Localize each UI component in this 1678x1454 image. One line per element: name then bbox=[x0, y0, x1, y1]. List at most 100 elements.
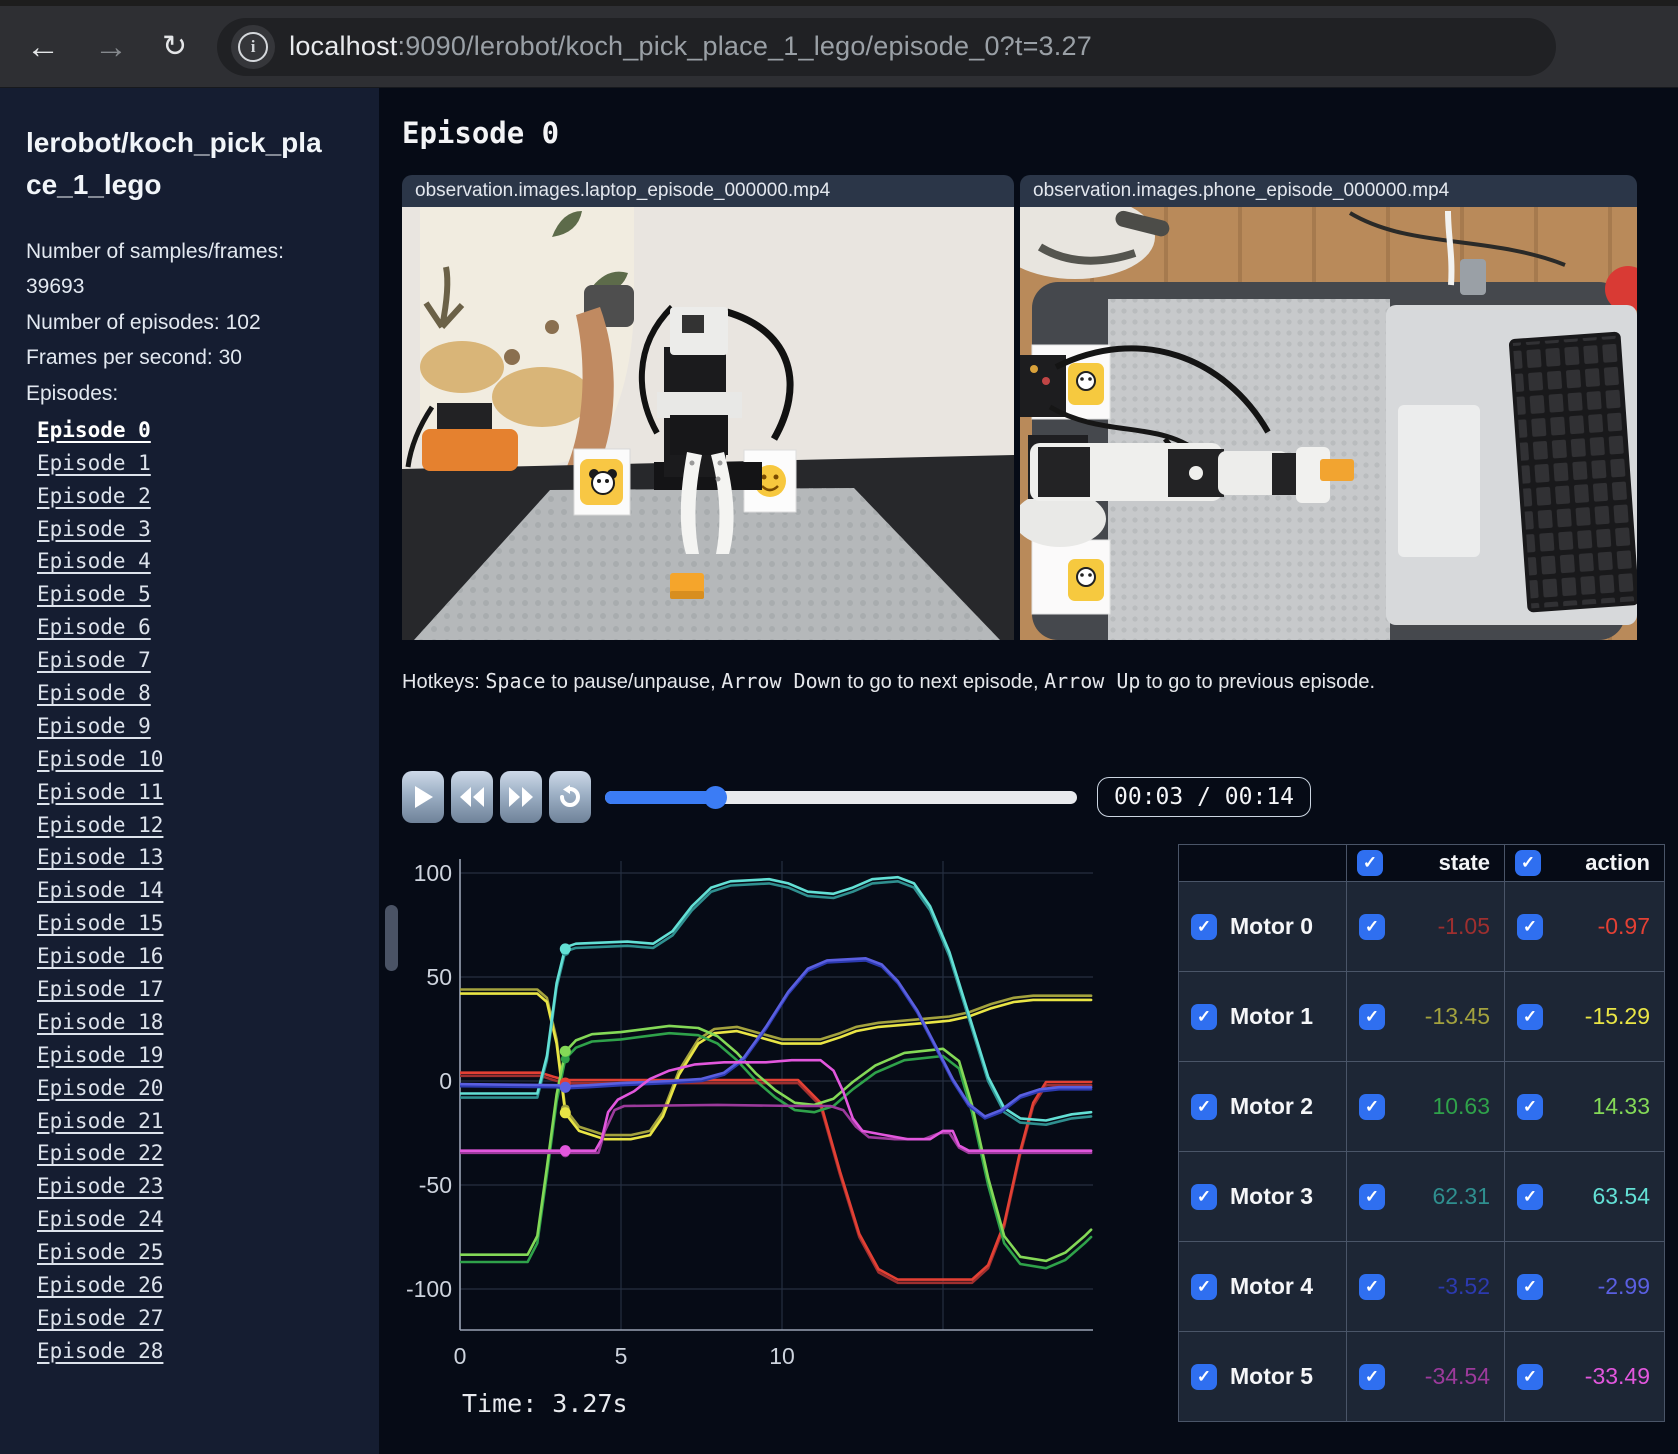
episode-link[interactable]: Episode 22 bbox=[37, 1141, 163, 1165]
episode-link[interactable]: Episode 16 bbox=[37, 944, 163, 968]
episode-link[interactable]: Episode 25 bbox=[37, 1240, 163, 1264]
episode-link[interactable]: Episode 11 bbox=[37, 780, 163, 804]
episode-link[interactable]: Episode 1 bbox=[37, 451, 151, 475]
episode-link[interactable]: Episode 26 bbox=[37, 1273, 163, 1297]
browser-toolbar: ← → ↻ i localhost:9090/lerobot/koch_pick… bbox=[0, 0, 1678, 88]
episode-link[interactable]: Episode 4 bbox=[37, 549, 151, 573]
episode-list-item: Episode 20 bbox=[37, 1071, 379, 1104]
svg-text:-50: -50 bbox=[419, 1172, 452, 1198]
episode-link[interactable]: Episode 24 bbox=[37, 1207, 163, 1231]
episode-link[interactable]: Episode 23 bbox=[37, 1174, 163, 1198]
forward-icon[interactable]: → bbox=[94, 30, 128, 64]
player-controls: 00:03 / 00:14 bbox=[402, 771, 1678, 823]
state-checkbox[interactable]: ✓ bbox=[1359, 1003, 1385, 1030]
motor-label: Motor 3 bbox=[1230, 1183, 1314, 1209]
reload-icon[interactable]: ↻ bbox=[162, 31, 187, 62]
episode-link[interactable]: Episode 17 bbox=[37, 977, 163, 1001]
motor-checkbox[interactable]: ✓ bbox=[1191, 1003, 1217, 1030]
motor-label: Motor 4 bbox=[1230, 1273, 1314, 1299]
loop-button[interactable] bbox=[549, 771, 591, 823]
svg-text:100: 100 bbox=[414, 860, 452, 886]
episode-link[interactable]: Episode 18 bbox=[37, 1010, 163, 1034]
video-laptop[interactable]: observation.images.laptop_episode_000000… bbox=[402, 175, 1014, 640]
scrollbar-thumb[interactable] bbox=[385, 905, 398, 971]
episode-link[interactable]: Episode 2 bbox=[37, 484, 151, 508]
table-row: ✓ Motor 3 ✓ 62.31 ✓ 63.54 bbox=[1178, 1151, 1665, 1242]
motor-label: Motor 2 bbox=[1230, 1093, 1314, 1119]
action-column-label: action bbox=[1585, 850, 1650, 875]
motor-checkbox[interactable]: ✓ bbox=[1191, 913, 1217, 940]
episode-link[interactable]: Episode 20 bbox=[37, 1076, 163, 1100]
episode-list-item: Episode 6 bbox=[37, 611, 379, 644]
episode-link[interactable]: Episode 12 bbox=[37, 813, 163, 837]
seek-slider[interactable] bbox=[605, 771, 1077, 823]
episode-link[interactable]: Episode 27 bbox=[37, 1306, 163, 1330]
episode-list-item: Episode 9 bbox=[37, 709, 379, 742]
episode-link[interactable]: Episode 6 bbox=[37, 615, 151, 639]
motor-checkbox[interactable]: ✓ bbox=[1191, 1093, 1217, 1120]
action-value: -2.99 bbox=[1597, 1273, 1650, 1299]
motor-checkbox[interactable]: ✓ bbox=[1191, 1273, 1217, 1300]
action-checkbox[interactable]: ✓ bbox=[1517, 913, 1543, 940]
url-text: localhost:9090/lerobot/koch_pick_place_1… bbox=[289, 31, 1092, 61]
motor-label: Motor 0 bbox=[1230, 913, 1314, 939]
episode-list-item: Episode 24 bbox=[37, 1203, 379, 1236]
action-checkbox[interactable]: ✓ bbox=[1517, 1183, 1543, 1210]
state-checkbox[interactable]: ✓ bbox=[1359, 1183, 1385, 1210]
episode-link[interactable]: Episode 19 bbox=[37, 1043, 163, 1067]
episode-list-item: Episode 19 bbox=[37, 1038, 379, 1071]
state-checkbox[interactable]: ✓ bbox=[1359, 1093, 1385, 1120]
episode-list-item: Episode 11 bbox=[37, 775, 379, 808]
episode-link[interactable]: Episode 9 bbox=[37, 714, 151, 738]
state-checkbox[interactable]: ✓ bbox=[1359, 913, 1385, 940]
episode-link[interactable]: Episode 13 bbox=[37, 845, 163, 869]
motor-chart[interactable]: 100 50 0 -50 -100 0 5 10 bbox=[402, 833, 1097, 1378]
episode-link[interactable]: Episode 8 bbox=[37, 681, 151, 705]
state-value: -3.52 bbox=[1437, 1273, 1490, 1299]
state-column-checkbox[interactable]: ✓ bbox=[1357, 850, 1383, 876]
action-checkbox[interactable]: ✓ bbox=[1517, 1363, 1543, 1390]
episode-list-item: Episode 28 bbox=[37, 1334, 379, 1367]
episode-link[interactable]: Episode 5 bbox=[37, 582, 151, 606]
state-checkbox[interactable]: ✓ bbox=[1359, 1273, 1385, 1300]
video-phone[interactable]: observation.images.phone_episode_000000.… bbox=[1020, 175, 1637, 640]
motor-checkbox[interactable]: ✓ bbox=[1191, 1183, 1217, 1210]
action-column-checkbox[interactable]: ✓ bbox=[1515, 850, 1541, 876]
url-bar[interactable]: i localhost:9090/lerobot/koch_pick_place… bbox=[217, 17, 1556, 76]
action-checkbox[interactable]: ✓ bbox=[1517, 1003, 1543, 1030]
site-info-button[interactable]: i bbox=[231, 24, 276, 69]
rewind-button[interactable] bbox=[451, 771, 493, 823]
episode-list-item: Episode 10 bbox=[37, 742, 379, 775]
motor-label: Motor 5 bbox=[1230, 1363, 1314, 1389]
episode-link[interactable]: Episode 3 bbox=[37, 517, 151, 541]
episode-list-item: Episode 8 bbox=[37, 677, 379, 710]
episode-link[interactable]: Episode 0 bbox=[37, 418, 151, 442]
panda-box bbox=[573, 448, 631, 516]
episode-link[interactable]: Episode 21 bbox=[37, 1109, 163, 1133]
play-icon bbox=[415, 786, 433, 808]
video-caption: observation.images.phone_episode_000000.… bbox=[1020, 175, 1637, 207]
chart-time-label: Time: 3.27s bbox=[462, 1389, 628, 1418]
video-row: observation.images.laptop_episode_000000… bbox=[402, 175, 1678, 640]
slider-thumb[interactable] bbox=[703, 786, 727, 809]
samples-count: Number of samples/frames: 39693 bbox=[26, 240, 284, 299]
episode-list-item: Episode 27 bbox=[37, 1301, 379, 1334]
play-button[interactable] bbox=[402, 771, 444, 823]
action-checkbox[interactable]: ✓ bbox=[1517, 1273, 1543, 1300]
episode-link[interactable]: Episode 28 bbox=[37, 1339, 163, 1363]
table-row: ✓ Motor 4 ✓ -3.52 ✓ -2.99 bbox=[1178, 1241, 1665, 1332]
laptop bbox=[1386, 305, 1637, 625]
sidebar: lerobot/koch_pick_place_1_lego Number of… bbox=[0, 88, 379, 1454]
usb-cable bbox=[1445, 210, 1455, 286]
back-icon[interactable]: ← bbox=[26, 30, 60, 64]
episode-link[interactable]: Episode 10 bbox=[37, 747, 163, 771]
episode-link[interactable]: Episode 7 bbox=[37, 648, 151, 672]
state-checkbox[interactable]: ✓ bbox=[1359, 1363, 1385, 1390]
episode-link[interactable]: Episode 14 bbox=[37, 878, 163, 902]
state-column-label: state bbox=[1438, 850, 1490, 875]
fast-forward-button[interactable] bbox=[500, 771, 542, 823]
rewind-icon bbox=[460, 787, 484, 807]
episode-link[interactable]: Episode 15 bbox=[37, 911, 163, 935]
motor-checkbox[interactable]: ✓ bbox=[1191, 1363, 1217, 1390]
action-checkbox[interactable]: ✓ bbox=[1517, 1093, 1543, 1120]
